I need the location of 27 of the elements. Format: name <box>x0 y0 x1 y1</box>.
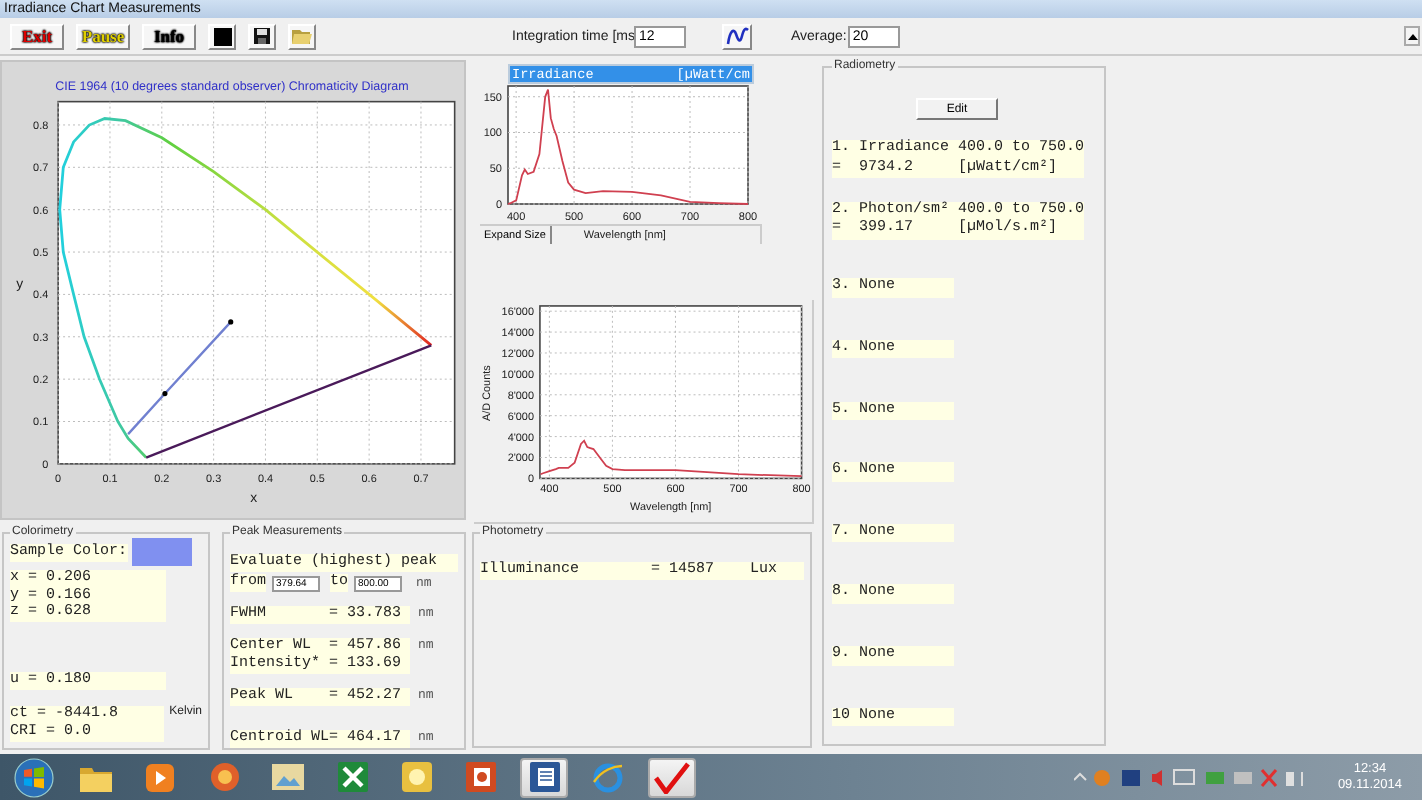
taskbar-button[interactable] <box>520 757 568 797</box>
notes-icon <box>401 762 431 792</box>
picture-icon <box>272 764 304 790</box>
presentation-icon <box>465 762 495 792</box>
checkmark-icon <box>654 761 690 793</box>
open-button[interactable] <box>288 23 316 49</box>
up-arrow-icon <box>1407 33 1417 39</box>
data-point <box>162 390 168 397</box>
curve-icon <box>725 26 750 46</box>
scale-button[interactable] <box>722 23 753 49</box>
save-button[interactable] <box>248 23 276 49</box>
spreadsheet-icon <box>337 762 367 792</box>
square-icon <box>213 27 231 45</box>
folder-icon <box>292 28 312 44</box>
taskbar-button[interactable] <box>648 757 696 797</box>
play-icon <box>146 763 174 791</box>
document-icon <box>529 762 559 792</box>
scroll-up-button[interactable] <box>1404 26 1420 46</box>
globe-icon <box>592 761 624 793</box>
toolbar-button[interactable]: Info <box>142 23 196 49</box>
start-button[interactable] <box>14 757 54 797</box>
stop-button[interactable] <box>208 23 236 49</box>
toolbar-button[interactable]: Exit <box>10 23 64 49</box>
folder-icon <box>80 763 112 791</box>
floppy-icon <box>254 28 270 44</box>
data-point <box>228 319 234 325</box>
round-app-icon <box>209 762 239 792</box>
